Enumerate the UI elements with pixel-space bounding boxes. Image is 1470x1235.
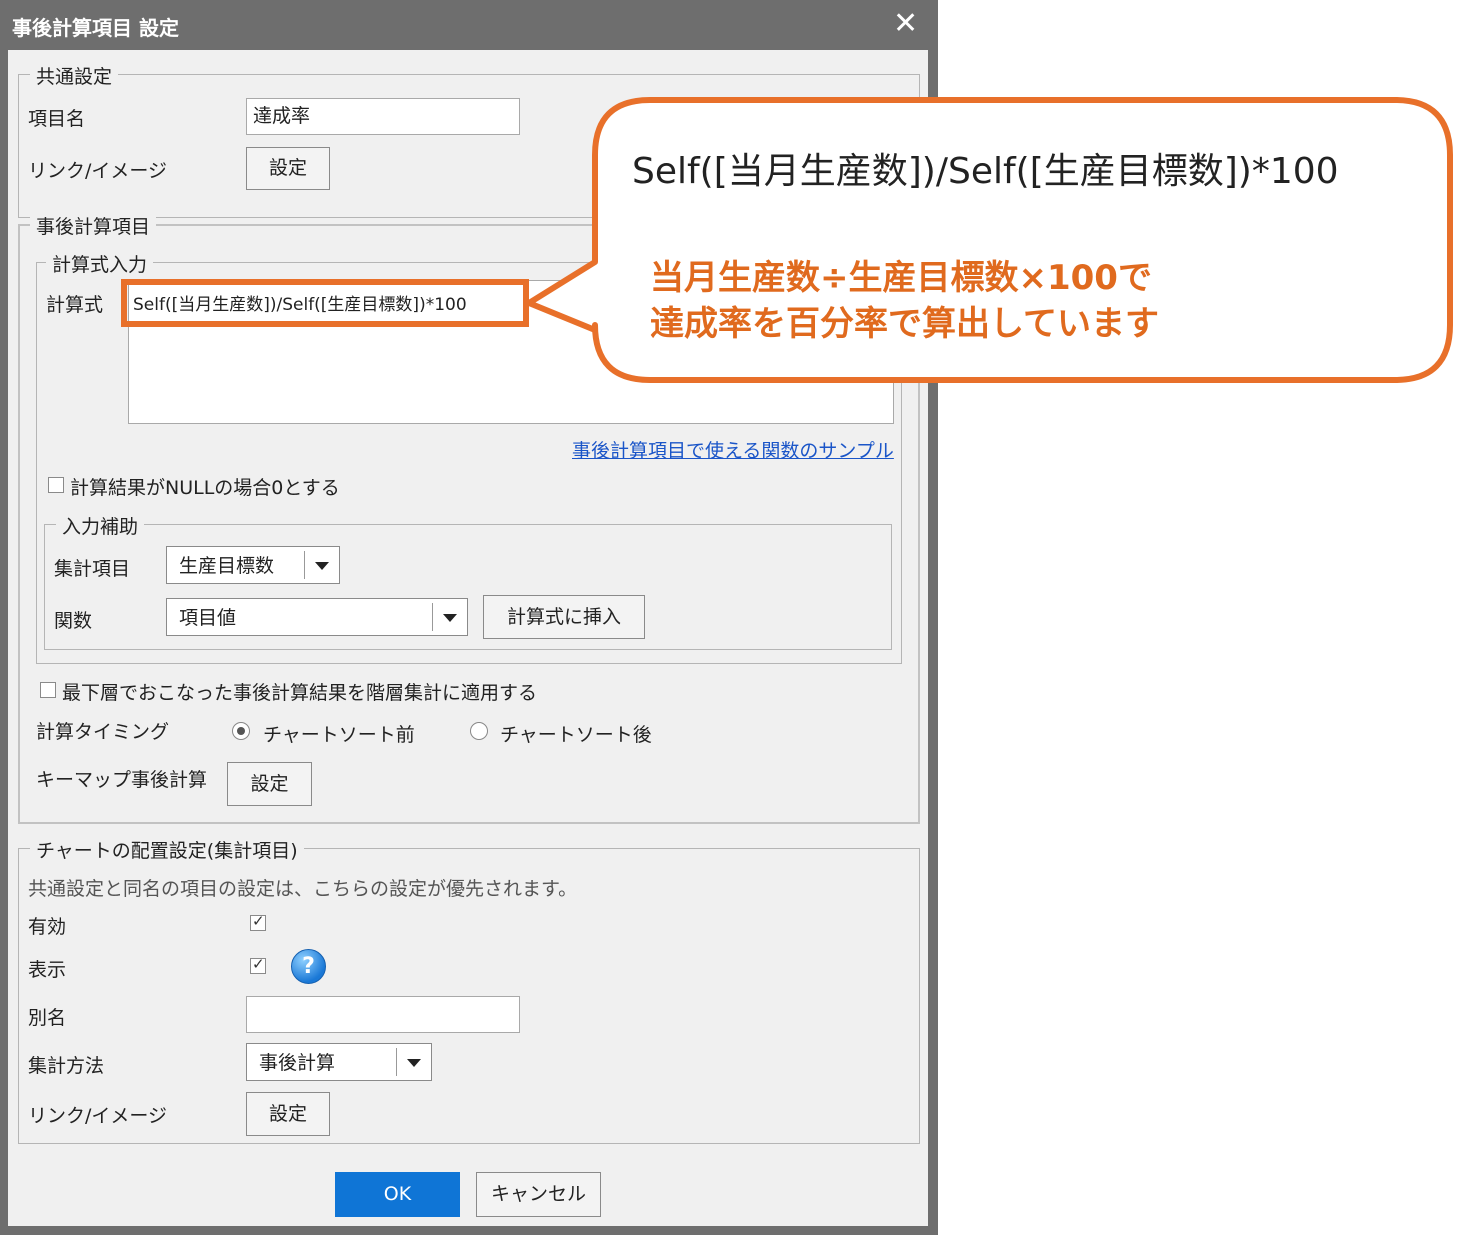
callout-note-line2: 達成率を百分率で算出しています xyxy=(650,304,1159,344)
callout-note-line1: 当月生産数÷生産目標数×100で xyxy=(650,258,1152,298)
callout-formula-text: Self([当月生産数])/Self([生産目標数])*100 xyxy=(632,151,1339,192)
